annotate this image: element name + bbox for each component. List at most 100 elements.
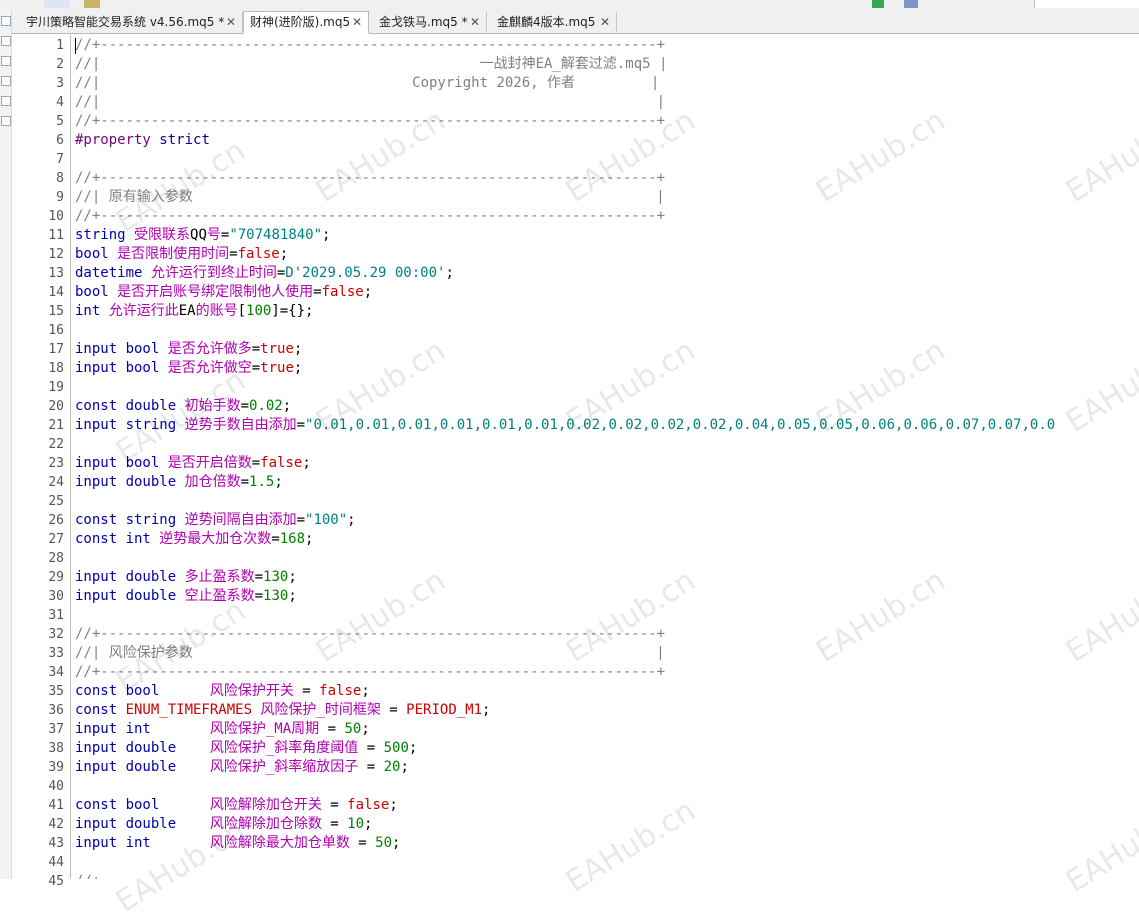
code-token: 是否开启倍数 bbox=[167, 455, 252, 471]
code-line[interactable]: input double 风险解除加仓除数 = 10; bbox=[75, 815, 372, 834]
tab-file-1[interactable]: 宇川策略智能交易系统 v4.56.mq5 * ✕ bbox=[20, 12, 243, 32]
close-icon[interactable]: ✕ bbox=[352, 12, 362, 32]
code-token: ; bbox=[293, 341, 303, 357]
line-number: 26 bbox=[48, 513, 64, 528]
code-line[interactable]: datetime 允许运行到终止时间=D'2029.05.29 00:00'; bbox=[75, 264, 454, 283]
document-icon[interactable] bbox=[1, 116, 11, 126]
code-line[interactable]: #property strict bbox=[75, 131, 210, 150]
line-number: 3 bbox=[56, 76, 64, 91]
code-token: EA bbox=[178, 303, 196, 319]
code-area[interactable]: //+-------------------------------------… bbox=[75, 34, 1139, 879]
document-icon[interactable] bbox=[1, 36, 11, 46]
toolbar-button-1[interactable] bbox=[44, 0, 70, 8]
code-line[interactable]: //+-------------------------------------… bbox=[75, 112, 665, 131]
code-line[interactable]: string 受限联系QQ号="707481840"; bbox=[75, 226, 330, 245]
document-icon[interactable] bbox=[1, 16, 11, 26]
code-token: input double bbox=[75, 569, 185, 585]
toolbar-button-2[interactable] bbox=[84, 0, 100, 8]
code-token: 风险保护_斜率缩放因子 bbox=[209, 759, 359, 775]
code-token: 风险保护_斜率角度阈值 bbox=[209, 740, 359, 756]
code-token: const string bbox=[75, 512, 185, 528]
code-token: 逆势最大加仓次数 bbox=[159, 531, 272, 547]
tab-file-4[interactable]: 金麒麟4版本.mq5 ✕ bbox=[491, 12, 617, 32]
code-line[interactable]: //+ bbox=[75, 872, 100, 879]
line-number: 12 bbox=[48, 247, 64, 262]
code-token: ; bbox=[445, 265, 454, 281]
code-token: 0.02 bbox=[249, 398, 283, 414]
code-line[interactable]: //+-------------------------------------… bbox=[75, 663, 665, 682]
code-token: //+-------------------------------------… bbox=[75, 170, 666, 186]
code-line[interactable]: input int 风险解除最大加仓单数 = 50; bbox=[75, 834, 400, 853]
code-line[interactable]: const double 初始手数=0.02; bbox=[75, 397, 291, 416]
code-token: const bool bbox=[75, 797, 210, 813]
code-line[interactable]: //+-------------------------------------… bbox=[75, 207, 665, 226]
code-line[interactable]: input string 逆势手数自由添加="0.01,0.01,0.01,0.… bbox=[75, 416, 1055, 435]
code-line[interactable]: const int 逆势最大加仓次数=168; bbox=[75, 530, 313, 549]
code-line[interactable]: //| | bbox=[75, 93, 665, 112]
close-icon[interactable]: ✕ bbox=[600, 12, 610, 32]
code-line[interactable]: input int 风险保护_MA周期 = 50; bbox=[75, 720, 370, 739]
code-token: = bbox=[254, 569, 264, 585]
code-token: = bbox=[251, 341, 261, 357]
code-line[interactable]: const string 逆势间隔自由添加="100"; bbox=[75, 511, 356, 530]
code-line[interactable]: const ENUM_TIMEFRAMES 风险保护_时间框架 = PERIOD… bbox=[75, 701, 490, 720]
code-line[interactable]: input bool 是否允许做多=true; bbox=[75, 340, 302, 359]
code-line[interactable]: //| 一战封神EA_解套过滤.mq5 | bbox=[75, 55, 667, 74]
code-token: 1.5 bbox=[249, 474, 275, 490]
code-token: ; bbox=[361, 683, 370, 699]
code-token: int bbox=[75, 303, 109, 319]
code-token: = bbox=[240, 398, 250, 414]
code-token: false bbox=[260, 455, 303, 471]
line-number: 19 bbox=[48, 380, 64, 395]
code-token: 是否限制使用时间 bbox=[117, 246, 230, 262]
code-line[interactable]: //| 风险保护参数 | bbox=[75, 644, 665, 663]
toolbar-button-3[interactable] bbox=[872, 0, 884, 8]
code-line[interactable]: const bool 风险解除加仓开关 = false; bbox=[75, 796, 398, 815]
code-line[interactable]: input bool 是否开启倍数=false; bbox=[75, 454, 311, 473]
line-number: 11 bbox=[48, 228, 64, 243]
tab-file-3[interactable]: 金戈铁马.mq5 * ✕ bbox=[373, 12, 487, 32]
close-icon[interactable]: ✕ bbox=[470, 12, 480, 32]
code-line[interactable]: //+-------------------------------------… bbox=[75, 625, 665, 644]
document-icon[interactable] bbox=[1, 76, 11, 86]
code-token: true bbox=[260, 341, 294, 357]
close-icon[interactable]: ✕ bbox=[226, 12, 236, 32]
code-line[interactable]: input double 空止盈系数=130; bbox=[75, 587, 297, 606]
code-line[interactable]: int 允许运行此EA的账号[100]={}; bbox=[75, 302, 313, 321]
code-line[interactable]: //+-------------------------------------… bbox=[75, 169, 665, 188]
code-token: ; bbox=[288, 588, 297, 604]
code-token: string bbox=[75, 227, 135, 243]
code-line[interactable]: bool 是否开启账号绑定限制他人使用=false; bbox=[75, 283, 372, 302]
line-number: 25 bbox=[48, 494, 64, 509]
document-icon[interactable] bbox=[1, 56, 11, 66]
code-line[interactable]: input bool 是否允许做空=true; bbox=[75, 359, 302, 378]
line-number: 34 bbox=[48, 665, 64, 680]
document-icon[interactable] bbox=[1, 96, 11, 106]
code-editor[interactable]: 1 2 3 4 5 6 7 8 9 10 11 12 13 14 15 16 17 18 19 20 21 22 23 24 2… bbox=[12, 34, 1139, 889]
code-line[interactable]: bool 是否限制使用时间=false; bbox=[75, 245, 288, 264]
tab-file-2[interactable]: 财神(进阶版).mq5 ✕ bbox=[243, 11, 369, 34]
code-line[interactable]: const bool 风险保护开关 = false; bbox=[75, 682, 370, 701]
code-line[interactable]: //+-------------------------------------… bbox=[75, 36, 665, 55]
code-line[interactable]: input double 多止盈系数=130; bbox=[75, 568, 297, 587]
code-line[interactable]: //| 原有输入参数 | bbox=[75, 188, 665, 207]
code-token: 是否允许做空 bbox=[167, 360, 252, 376]
line-number: 8 bbox=[56, 171, 64, 186]
code-line[interactable]: input double 风险保护_斜率角度阈值 = 500; bbox=[75, 739, 417, 758]
code-token: 风险解除加仓开关 bbox=[209, 797, 322, 813]
line-number-gutter: 1 2 3 4 5 6 7 8 9 10 11 12 13 14 15 16 17 18 19 20 21 22 23 24 2… bbox=[12, 34, 64, 889]
toolbar-button-4[interactable] bbox=[904, 0, 918, 8]
fold-margin bbox=[70, 34, 71, 879]
code-line[interactable]: input double 风险保护_斜率缩放因子 = 20; bbox=[75, 758, 409, 777]
line-number: 4 bbox=[56, 95, 64, 110]
code-token: input double bbox=[75, 759, 210, 775]
code-token: //+-------------------------------------… bbox=[75, 113, 666, 129]
line-number: 31 bbox=[48, 608, 64, 623]
code-token: 130 bbox=[263, 588, 289, 604]
toolbar-search-box[interactable] bbox=[1034, 0, 1139, 8]
left-side-strip bbox=[0, 10, 12, 879]
code-token: QQ bbox=[190, 227, 207, 243]
code-line[interactable]: input double 加仓倍数=1.5; bbox=[75, 473, 283, 492]
code-line[interactable]: //| Copyright 2026, 作者 | bbox=[75, 74, 659, 93]
code-token: 是否开启账号绑定限制他人使用 bbox=[117, 284, 314, 300]
